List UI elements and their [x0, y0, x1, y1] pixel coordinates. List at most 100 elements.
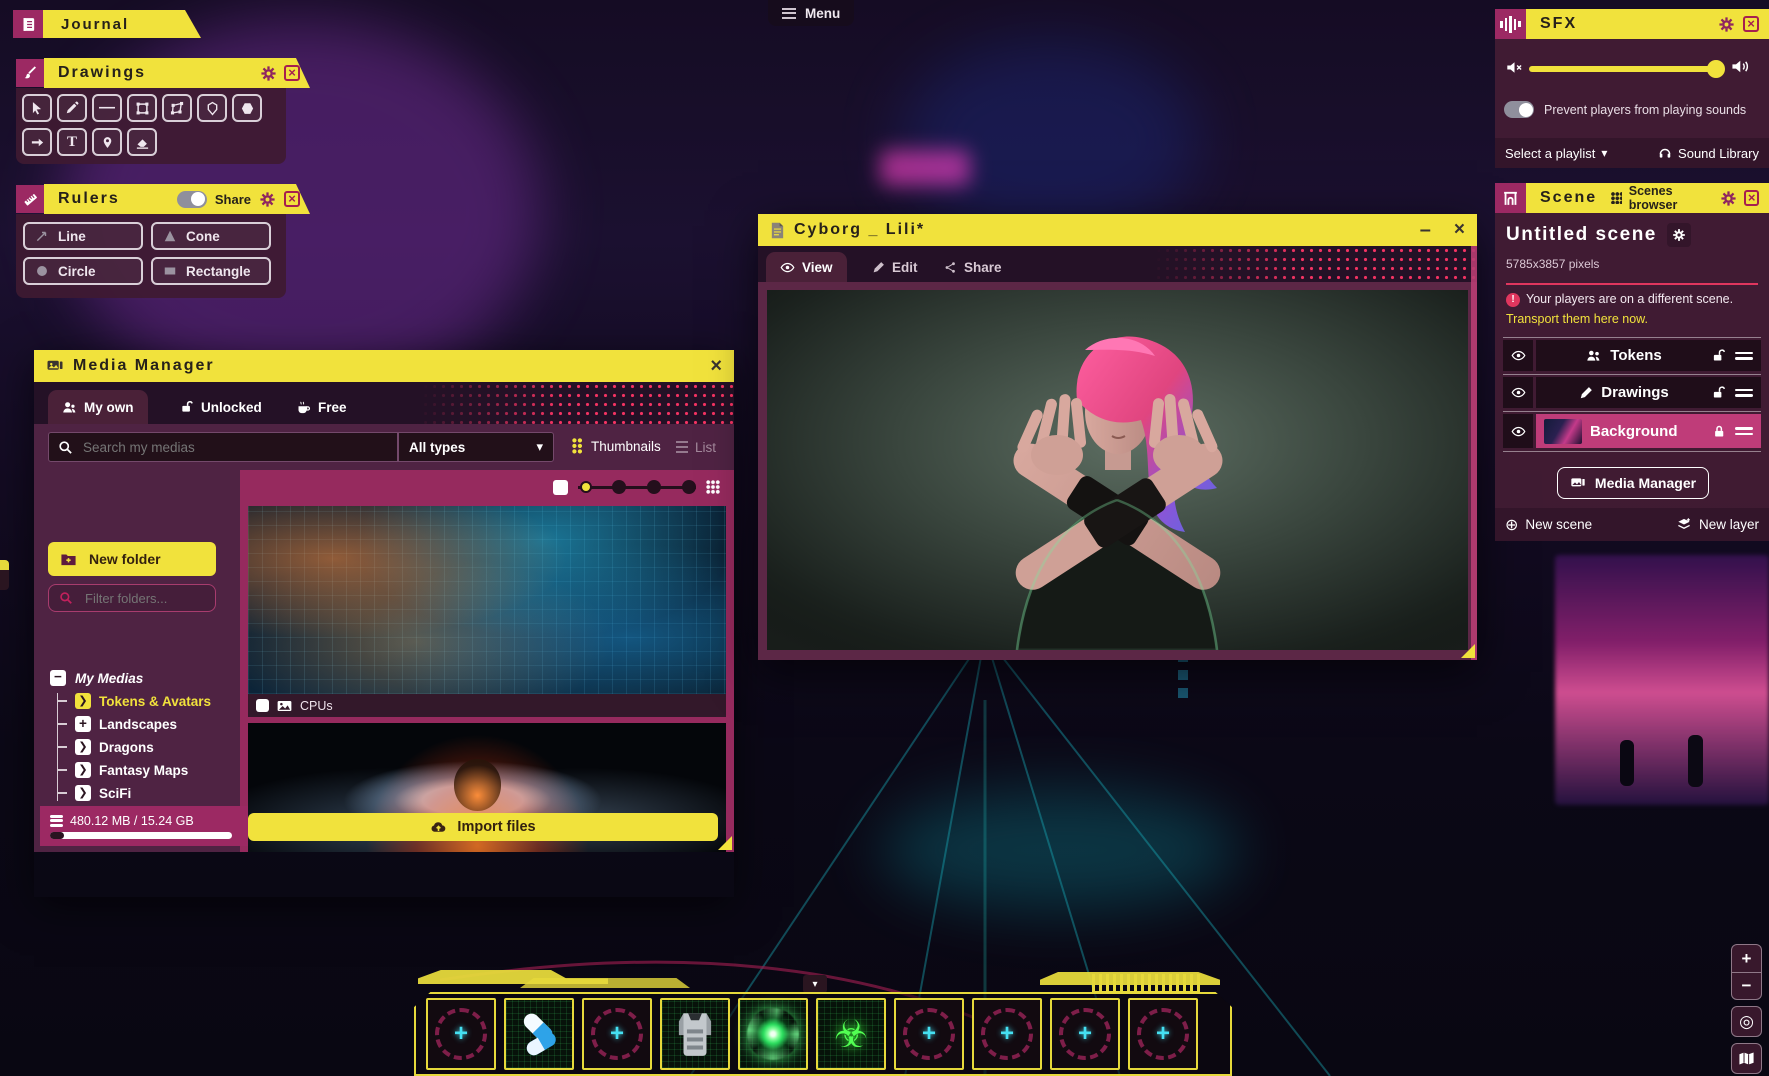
- thumbnail-size-slider[interactable]: [578, 480, 696, 494]
- sound-library-label[interactable]: Sound Library: [1678, 146, 1759, 161]
- hotbar-slot-1[interactable]: +: [426, 998, 496, 1070]
- tree-item-fantasy-maps[interactable]: ❯ Fantasy Maps: [58, 762, 211, 778]
- scene-close-icon[interactable]: ×: [1744, 190, 1759, 206]
- drawings-close-icon[interactable]: ×: [284, 65, 300, 81]
- artwork-cyborg-girl[interactable]: [767, 290, 1468, 650]
- unlock-icon[interactable]: [1712, 385, 1727, 400]
- tab-my-own[interactable]: My own: [48, 390, 148, 424]
- resize-handle[interactable]: [718, 836, 732, 850]
- hotbar-slot-7[interactable]: +: [894, 998, 964, 1070]
- sfx-close-icon[interactable]: ×: [1743, 16, 1759, 32]
- drawings-settings-gear-icon[interactable]: [260, 65, 277, 82]
- visibility-eye-icon[interactable]: [1503, 340, 1533, 371]
- drag-handle-icon[interactable]: [1735, 349, 1753, 363]
- ruler-rectangle-button[interactable]: Rectangle: [151, 257, 271, 285]
- menu-bar[interactable]: Menu: [768, 0, 854, 26]
- scene-settings-gear-icon[interactable]: [1720, 190, 1737, 207]
- ruler-circle-button[interactable]: Circle: [23, 257, 143, 285]
- search-input[interactable]: [48, 432, 398, 462]
- pin-tool-button[interactable]: [92, 128, 122, 156]
- line-tool-button[interactable]: —: [92, 94, 122, 122]
- mute-icon[interactable]: [1506, 60, 1523, 75]
- tab-edit[interactable]: Edit: [858, 252, 932, 282]
- speaker-icon[interactable]: [1731, 58, 1751, 75]
- select-playlist-label[interactable]: Select a playlist: [1505, 146, 1595, 161]
- journal-icon[interactable]: [13, 10, 43, 38]
- media-card-cpus[interactable]: CPUs: [248, 506, 726, 717]
- view-list-toggle[interactable]: List: [676, 438, 716, 456]
- hotbar-collapse-button[interactable]: ▾: [803, 975, 827, 993]
- rectangle-tool-button[interactable]: [127, 94, 157, 122]
- hotbar-slot-2-pills[interactable]: [504, 998, 574, 1070]
- select-all-checkbox[interactable]: [553, 480, 568, 495]
- cursor-tool-button[interactable]: [22, 94, 52, 122]
- prevent-sounds-toggle[interactable]: [1504, 101, 1534, 118]
- hotbar-slot-5-vortex[interactable]: [738, 998, 808, 1070]
- minimize-icon[interactable]: –: [1420, 225, 1431, 235]
- sfx-header[interactable]: SFX ×: [1526, 9, 1769, 39]
- window-right-edge[interactable]: [1471, 246, 1477, 660]
- layer-row-background[interactable]: Background: [1503, 414, 1761, 448]
- collapse-minus-icon[interactable]: −: [50, 670, 66, 686]
- chevron-right-icon[interactable]: ❯: [75, 762, 91, 778]
- filter-folders-field[interactable]: [48, 584, 216, 612]
- filter-folders-input[interactable]: [83, 590, 207, 607]
- recenter-target-button[interactable]: ◎: [1731, 1006, 1762, 1037]
- new-layer-label[interactable]: New layer: [1699, 517, 1759, 532]
- rulers-share-toggle[interactable]: [177, 191, 207, 208]
- view-thumbnails-toggle[interactable]: Thumbnails: [572, 438, 661, 454]
- media-manager-titlebar[interactable]: Media Manager ×: [34, 350, 734, 382]
- chevron-right-icon[interactable]: ❯: [75, 739, 91, 755]
- media-manager-close-icon[interactable]: ×: [710, 356, 722, 376]
- scene-name[interactable]: Untitled scene: [1506, 224, 1657, 246]
- sfx-settings-gear-icon[interactable]: [1718, 16, 1735, 33]
- tree-item-tokens-avatars[interactable]: ❯ Tokens & Avatars: [58, 693, 211, 709]
- scene-media-manager-button[interactable]: Media Manager: [1557, 467, 1709, 499]
- zoom-out-button[interactable]: −: [1732, 973, 1761, 999]
- tab-share[interactable]: Share: [930, 252, 1016, 282]
- drawings-header[interactable]: Drawings ×: [44, 58, 310, 88]
- layer-row-tokens[interactable]: Tokens: [1503, 340, 1761, 371]
- free-shape-tool-button[interactable]: [162, 94, 192, 122]
- grid-size-icon[interactable]: [706, 480, 720, 494]
- eraser-tool-button[interactable]: [127, 128, 157, 156]
- scene-name-gear-button[interactable]: [1667, 223, 1691, 247]
- import-files-button[interactable]: Import files: [248, 813, 718, 841]
- journal-button[interactable]: Journal: [43, 10, 201, 38]
- tree-root-my-medias[interactable]: − My Medias: [50, 670, 211, 686]
- tab-view[interactable]: View: [766, 252, 847, 282]
- tab-free[interactable]: Free: [282, 390, 361, 424]
- unlock-icon[interactable]: [1712, 348, 1727, 363]
- volume-slider[interactable]: [1529, 64, 1719, 74]
- transport-link[interactable]: Transport them here now.: [1506, 312, 1648, 326]
- drag-handle-icon[interactable]: [1735, 386, 1753, 400]
- hotbar-slot-9[interactable]: +: [1050, 998, 1120, 1070]
- image-window-close-icon[interactable]: ×: [1454, 221, 1465, 239]
- tree-item-dragons[interactable]: ❯ Dragons: [58, 739, 211, 755]
- hotbar-slot-4-armor[interactable]: [660, 998, 730, 1070]
- chevron-right-icon[interactable]: ❯: [75, 693, 91, 709]
- type-filter-select[interactable]: All types ▾: [398, 432, 554, 462]
- hotbar-slot-3[interactable]: +: [582, 998, 652, 1070]
- hotbar-slot-10[interactable]: +: [1128, 998, 1198, 1070]
- resize-handle[interactable]: [1461, 644, 1475, 658]
- image-window-titlebar[interactable]: Cyborg _ Lili* – ×: [758, 214, 1477, 246]
- layer-row-drawings[interactable]: Drawings: [1503, 377, 1761, 408]
- scenes-browser-label[interactable]: Scenes browser: [1629, 184, 1714, 212]
- expand-plus-icon[interactable]: +: [75, 716, 91, 732]
- visibility-eye-icon[interactable]: [1503, 377, 1533, 408]
- chevron-right-icon[interactable]: ❯: [75, 785, 91, 801]
- drag-handle-icon[interactable]: [1735, 424, 1753, 438]
- rulers-settings-gear-icon[interactable]: [259, 191, 276, 208]
- ruler-line-button[interactable]: Line: [23, 222, 143, 250]
- scene-header[interactable]: Scene Scenes browser ×: [1526, 183, 1769, 213]
- hotbar-slot-6-biohazard[interactable]: ☣: [816, 998, 886, 1070]
- rulers-header[interactable]: Rulers Share ×: [44, 184, 310, 214]
- rulers-close-icon[interactable]: ×: [284, 191, 300, 207]
- new-folder-button[interactable]: New folder: [48, 542, 216, 576]
- tab-unlocked[interactable]: Unlocked: [166, 390, 276, 424]
- ruler-cone-button[interactable]: Cone: [151, 222, 271, 250]
- arrow-tool-button[interactable]: [22, 128, 52, 156]
- tree-item-scifi[interactable]: ❯ SciFi: [58, 785, 211, 801]
- pencil-tool-button[interactable]: [57, 94, 87, 122]
